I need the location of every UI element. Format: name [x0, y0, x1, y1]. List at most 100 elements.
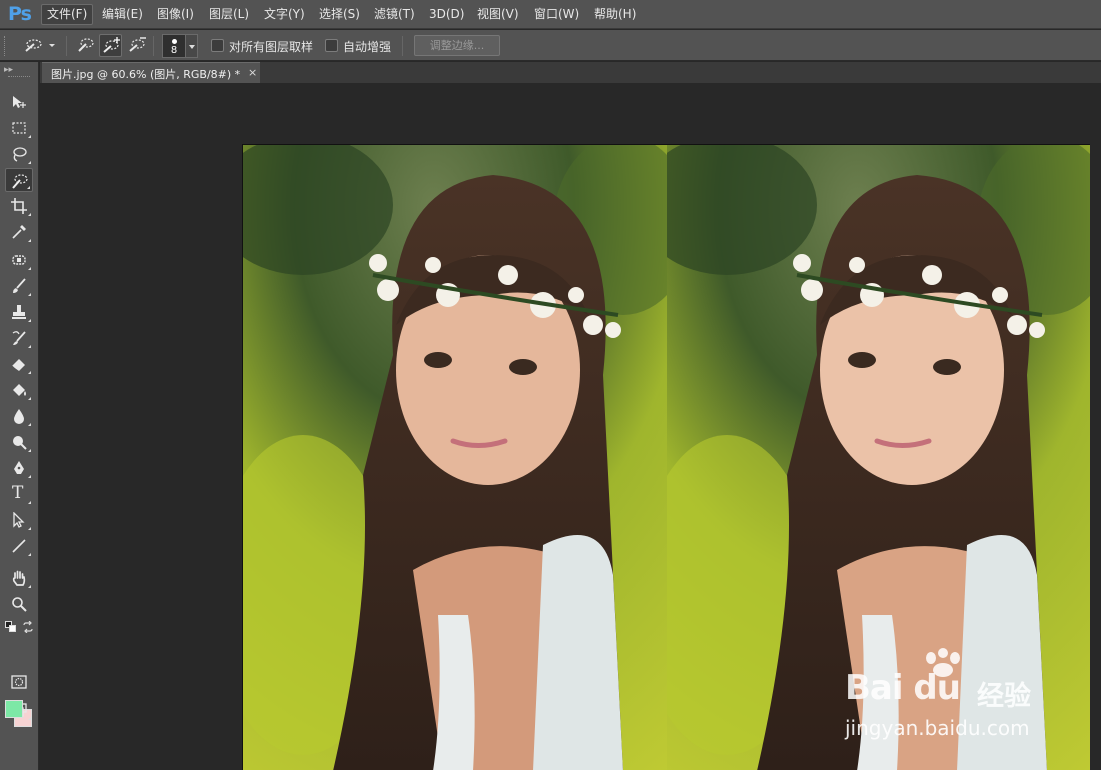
history-brush-tool-icon — [12, 331, 26, 345]
tool-group-indicator — [28, 161, 31, 164]
tool-group-indicator — [28, 501, 31, 504]
move-tool-icon — [13, 96, 26, 108]
menu-window[interactable]: 窗口(W) — [529, 4, 584, 25]
menu-view[interactable]: 视图(V) — [472, 4, 524, 25]
menu-filter[interactable]: 滤镜(T) — [369, 4, 420, 25]
clone-stamp-tool-icon — [12, 305, 26, 319]
toolbox-collapse-icon[interactable]: ▸▸ — [4, 65, 13, 75]
tool-group-indicator — [28, 345, 31, 348]
eyedropper-tool-icon — [12, 225, 26, 239]
quick-selection-tool-icon — [12, 174, 28, 189]
quick-mask-mode[interactable] — [5, 670, 33, 694]
brush-picker-dropdown[interactable] — [186, 34, 198, 58]
auto-enhance-label: 自动增强 — [343, 40, 392, 54]
quick-mask-icon — [11, 675, 27, 689]
tool-group-indicator — [28, 449, 31, 452]
paint-bucket-tool-icon — [13, 384, 26, 396]
menu-file[interactable]: 文件(F) — [41, 4, 94, 25]
watermark-logo: Bai du — [845, 668, 961, 708]
options-bar-grip[interactable] — [4, 36, 8, 56]
tool-preset-picker[interactable] — [20, 35, 60, 56]
paint-bucket-tool[interactable] — [5, 378, 33, 402]
foreground-color-swatch[interactable] — [5, 700, 23, 718]
crop-tool[interactable] — [5, 194, 33, 218]
separator — [66, 36, 67, 56]
line-tool-icon — [12, 539, 26, 553]
marquee-tool[interactable] — [5, 116, 33, 140]
refine-edge-button[interactable]: 调整边缘... — [414, 35, 500, 56]
menu-3d[interactable]: 3D(D) — [424, 4, 469, 25]
pen-tool-icon — [14, 461, 24, 474]
menu-layer[interactable]: 图层(L) — [204, 4, 254, 25]
history-brush-tool[interactable] — [5, 326, 33, 350]
tool-group-indicator — [28, 293, 31, 296]
brush-tool-icon — [13, 278, 26, 293]
add-to-selection-button[interactable] — [99, 34, 122, 57]
hand-tool[interactable] — [5, 566, 33, 590]
brush-tool[interactable] — [5, 274, 33, 298]
swap-colors-icon[interactable] — [22, 621, 34, 633]
watermark-jingyan: 经验 — [977, 681, 1031, 712]
healing-brush-tool-icon — [12, 255, 26, 265]
tool-group-indicator — [28, 319, 31, 322]
tool-group-indicator — [28, 135, 31, 138]
toolbox: ▸▸ T — [0, 62, 39, 770]
type-tool-icon: T — [12, 483, 24, 503]
sample-all-layers-label: 对所有图层取样 — [229, 40, 314, 54]
subtract-from-selection-button[interactable] — [125, 34, 148, 57]
toolbox-grip[interactable] — [8, 76, 30, 79]
document-tab[interactable]: 图片.jpg @ 60.6% (图片, RGB/8#) * × — [42, 62, 260, 83]
photoshop-logo: Ps — [8, 3, 32, 25]
eyedropper-tool[interactable] — [5, 220, 33, 244]
line-tool[interactable] — [5, 534, 33, 558]
move-tool[interactable] — [5, 90, 33, 114]
separator — [402, 36, 403, 56]
menu-help[interactable]: 帮助(H) — [589, 4, 641, 25]
document-tab-strip: 图片.jpg @ 60.6% (图片, RGB/8#) * × — [40, 62, 1101, 83]
quick-selection-tool[interactable] — [5, 168, 33, 192]
menu-select[interactable]: 选择(S) — [314, 4, 365, 25]
add-to-selection-icon — [103, 37, 120, 53]
options-bar: 8 对所有图层取样 自动增强 调整边缘... — [0, 30, 1101, 61]
tool-group-indicator — [28, 267, 31, 270]
auto-enhance-checkbox[interactable] — [325, 39, 338, 52]
brush-size-picker[interactable]: 8 — [162, 34, 186, 58]
zoom-tool[interactable] — [5, 592, 33, 616]
path-selection-tool-icon — [13, 512, 25, 528]
pen-tool[interactable] — [5, 456, 33, 480]
default-colors-icon[interactable] — [5, 621, 17, 633]
menu-edit[interactable]: 编辑(E) — [97, 4, 148, 25]
new-selection-button[interactable] — [74, 34, 97, 57]
sample-all-layers-checkbox[interactable] — [211, 39, 224, 52]
quick-selection-preset-icon — [25, 39, 55, 52]
brush-size-value: 8 — [170, 45, 178, 56]
dodge-tool[interactable] — [5, 430, 33, 454]
clone-stamp-tool[interactable] — [5, 300, 33, 324]
photo-left — [243, 145, 667, 770]
document-tab-title: 图片.jpg @ 60.6% (图片, RGB/8#) * — [51, 68, 241, 81]
brush-tip-icon — [172, 39, 177, 44]
close-icon[interactable]: × — [248, 66, 257, 79]
separator — [153, 36, 154, 56]
baidu-jingyan-watermark: Bai du 经验 jingyan.baidu.com — [845, 648, 1055, 748]
path-selection-tool[interactable] — [5, 508, 33, 532]
menu-image[interactable]: 图像(I) — [152, 4, 199, 25]
healing-brush-tool[interactable] — [5, 248, 33, 272]
tool-group-indicator — [28, 371, 31, 374]
tool-group-indicator — [28, 475, 31, 478]
new-selection-icon — [78, 38, 94, 52]
menu-type[interactable]: 文字(Y) — [259, 4, 310, 25]
blur-tool[interactable] — [5, 404, 33, 428]
eraser-tool[interactable] — [5, 352, 33, 376]
watermark-url: jingyan.baidu.com — [845, 716, 1030, 740]
lasso-tool[interactable] — [5, 142, 33, 166]
tool-group-indicator — [28, 239, 31, 242]
dodge-tool-icon — [13, 436, 27, 450]
blur-tool-icon — [14, 409, 24, 424]
tool-group-indicator — [28, 717, 31, 720]
marquee-tool-icon — [12, 122, 26, 134]
eraser-tool-icon — [11, 359, 25, 371]
tool-group-indicator — [28, 585, 31, 588]
type-tool[interactable]: T — [5, 482, 33, 506]
subtract-from-selection-icon — [129, 37, 146, 52]
